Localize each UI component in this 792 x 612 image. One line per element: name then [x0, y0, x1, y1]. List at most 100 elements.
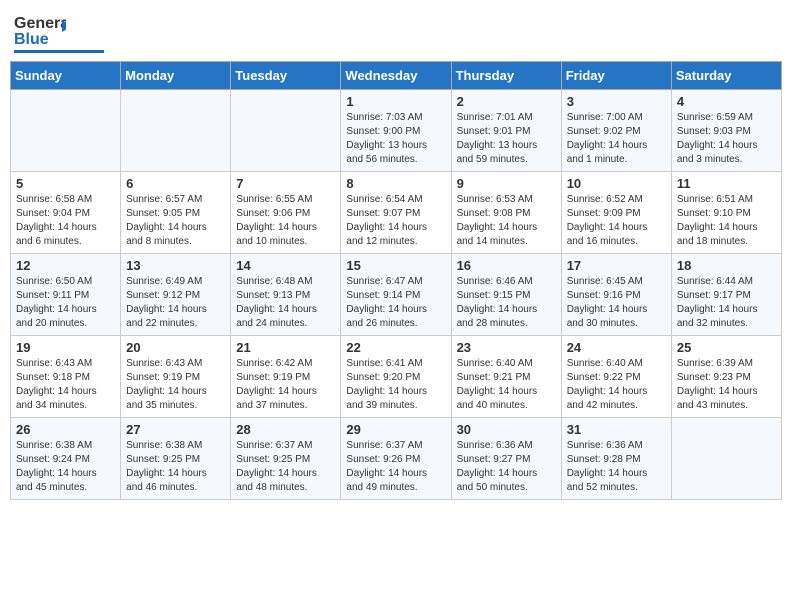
calendar-cell: 17Sunrise: 6:45 AM Sunset: 9:16 PM Dayli…: [561, 254, 671, 336]
day-number: 30: [457, 422, 556, 437]
day-number: 18: [677, 258, 776, 273]
day-info: Sunrise: 6:47 AM Sunset: 9:14 PM Dayligh…: [346, 275, 445, 331]
calendar-week-row: 26Sunrise: 6:38 AM Sunset: 9:24 PM Dayli…: [11, 418, 782, 500]
logo-icon: General Blue: [14, 10, 66, 48]
calendar-cell: 26Sunrise: 6:38 AM Sunset: 9:24 PM Dayli…: [11, 418, 121, 500]
day-number: 6: [126, 176, 225, 191]
day-info: Sunrise: 6:43 AM Sunset: 9:18 PM Dayligh…: [16, 357, 115, 413]
day-info: Sunrise: 6:52 AM Sunset: 9:09 PM Dayligh…: [567, 193, 666, 249]
calendar-cell: 1 Sunrise: 7:03 AM Sunset: 9:00 PM Daylig…: [341, 90, 451, 172]
calendar-cell: 21 Sunrise: 6:42 AM Sunset: 9:19 PM Dayli…: [231, 336, 341, 418]
day-number: 20: [126, 340, 225, 355]
day-number: 31: [567, 422, 666, 437]
calendar-cell: [11, 90, 121, 172]
day-info: Sunrise: 6:40 AM Sunset: 9:22 PM Dayligh…: [567, 357, 666, 413]
day-info: Sunrise: 6:36 AM Sunset: 9:28 PM Dayligh…: [567, 439, 666, 495]
calendar-cell: [671, 418, 781, 500]
day-info: Sunrise: 6:50 AM Sunset: 9:11 PM Dayligh…: [16, 275, 115, 331]
day-info: Sunrise: 6:37 AM Sunset: 9:26 PM Dayligh…: [346, 439, 445, 495]
calendar-cell: 6 Sunrise: 6:57 AM Sunset: 9:05 PM Daylig…: [121, 172, 231, 254]
calendar-cell: 12 Sunrise: 6:50 AM Sunset: 9:11 PM Dayli…: [11, 254, 121, 336]
day-number: 4: [677, 94, 776, 109]
calendar-cell: 9Sunrise: 6:53 AM Sunset: 9:08 PM Daylig…: [451, 172, 561, 254]
day-info: Sunrise: 6:37 AM Sunset: 9:25 PM Dayligh…: [236, 439, 335, 495]
calendar-cell: 10 Sunrise: 6:52 AM Sunset: 9:09 PM Dayli…: [561, 172, 671, 254]
day-info: Sunrise: 6:44 AM Sunset: 9:17 PM Dayligh…: [677, 275, 776, 331]
calendar-cell: 13Sunrise: 6:49 AM Sunset: 9:12 PM Dayli…: [121, 254, 231, 336]
logo-underline: [14, 50, 104, 53]
day-info: Sunrise: 6:54 AM Sunset: 9:07 PM Dayligh…: [346, 193, 445, 249]
weekday-header-cell: Sunday: [11, 62, 121, 90]
calendar-cell: 19Sunrise: 6:43 AM Sunset: 9:18 PM Dayli…: [11, 336, 121, 418]
day-info: Sunrise: 6:57 AM Sunset: 9:05 PM Dayligh…: [126, 193, 225, 249]
calendar-cell: [121, 90, 231, 172]
day-number: 17: [567, 258, 666, 273]
day-number: 10: [567, 176, 666, 191]
day-info: Sunrise: 6:42 AM Sunset: 9:19 PM Dayligh…: [236, 357, 335, 413]
day-info: Sunrise: 6:59 AM Sunset: 9:03 PM Dayligh…: [677, 111, 776, 167]
day-info: Sunrise: 6:40 AM Sunset: 9:21 PM Dayligh…: [457, 357, 556, 413]
day-number: 12: [16, 258, 115, 273]
day-number: 14: [236, 258, 335, 273]
calendar-cell: 18 Sunrise: 6:44 AM Sunset: 9:17 PM Dayli…: [671, 254, 781, 336]
svg-text:General: General: [14, 15, 66, 32]
day-info: Sunrise: 6:41 AM Sunset: 9:20 PM Dayligh…: [346, 357, 445, 413]
weekday-header-cell: Thursday: [451, 62, 561, 90]
day-info: Sunrise: 6:58 AM Sunset: 9:04 PM Dayligh…: [16, 193, 115, 249]
calendar-cell: 11Sunrise: 6:51 AM Sunset: 9:10 PM Dayli…: [671, 172, 781, 254]
day-number: 11: [677, 176, 776, 191]
calendar-cell: 4 Sunrise: 6:59 AM Sunset: 9:03 PM Daylig…: [671, 90, 781, 172]
calendar-cell: 8 Sunrise: 6:54 AM Sunset: 9:07 PM Daylig…: [341, 172, 451, 254]
calendar-week-row: 5 Sunrise: 6:58 AM Sunset: 9:04 PM Daylig…: [11, 172, 782, 254]
day-number: 23: [457, 340, 556, 355]
calendar-cell: 22 Sunrise: 6:41 AM Sunset: 9:20 PM Dayli…: [341, 336, 451, 418]
day-number: 24: [567, 340, 666, 355]
calendar-cell: 7Sunrise: 6:55 AM Sunset: 9:06 PM Daylig…: [231, 172, 341, 254]
day-number: 22: [346, 340, 445, 355]
calendar-cell: 3 Sunrise: 7:00 AM Sunset: 9:02 PM Daylig…: [561, 90, 671, 172]
day-info: Sunrise: 6:43 AM Sunset: 9:19 PM Dayligh…: [126, 357, 225, 413]
calendar-cell: 2Sunrise: 7:01 AM Sunset: 9:01 PM Daylig…: [451, 90, 561, 172]
day-number: 8: [346, 176, 445, 191]
weekday-header-cell: Saturday: [671, 62, 781, 90]
svg-text:Blue: Blue: [14, 31, 49, 48]
calendar-table: SundayMondayTuesdayWednesdayThursdayFrid…: [10, 61, 782, 500]
day-number: 3: [567, 94, 666, 109]
weekday-header-row: SundayMondayTuesdayWednesdayThursdayFrid…: [11, 62, 782, 90]
weekday-header-cell: Monday: [121, 62, 231, 90]
calendar-cell: 15 Sunrise: 6:47 AM Sunset: 9:14 PM Dayli…: [341, 254, 451, 336]
calendar-week-row: 1 Sunrise: 7:03 AM Sunset: 9:00 PM Daylig…: [11, 90, 782, 172]
calendar-cell: 5 Sunrise: 6:58 AM Sunset: 9:04 PM Daylig…: [11, 172, 121, 254]
day-info: Sunrise: 6:48 AM Sunset: 9:13 PM Dayligh…: [236, 275, 335, 331]
day-number: 2: [457, 94, 556, 109]
calendar-cell: 25Sunrise: 6:39 AM Sunset: 9:23 PM Dayli…: [671, 336, 781, 418]
calendar-week-row: 12 Sunrise: 6:50 AM Sunset: 9:11 PM Dayli…: [11, 254, 782, 336]
day-info: Sunrise: 6:46 AM Sunset: 9:15 PM Dayligh…: [457, 275, 556, 331]
day-number: 28: [236, 422, 335, 437]
weekday-header-cell: Wednesday: [341, 62, 451, 90]
day-number: 27: [126, 422, 225, 437]
day-number: 26: [16, 422, 115, 437]
day-number: 16: [457, 258, 556, 273]
calendar-cell: 29 Sunrise: 6:37 AM Sunset: 9:26 PM Dayli…: [341, 418, 451, 500]
day-info: Sunrise: 6:55 AM Sunset: 9:06 PM Dayligh…: [236, 193, 335, 249]
calendar-cell: 24 Sunrise: 6:40 AM Sunset: 9:22 PM Dayli…: [561, 336, 671, 418]
page-header: General Blue: [10, 10, 782, 53]
day-info: Sunrise: 6:39 AM Sunset: 9:23 PM Dayligh…: [677, 357, 776, 413]
day-number: 29: [346, 422, 445, 437]
day-number: 5: [16, 176, 115, 191]
day-number: 21: [236, 340, 335, 355]
day-info: Sunrise: 7:03 AM Sunset: 9:00 PM Dayligh…: [346, 111, 445, 167]
day-number: 1: [346, 94, 445, 109]
day-number: 15: [346, 258, 445, 273]
day-info: Sunrise: 6:38 AM Sunset: 9:25 PM Dayligh…: [126, 439, 225, 495]
calendar-cell: [231, 90, 341, 172]
calendar-week-row: 19Sunrise: 6:43 AM Sunset: 9:18 PM Dayli…: [11, 336, 782, 418]
calendar-cell: 20 Sunrise: 6:43 AM Sunset: 9:19 PM Dayli…: [121, 336, 231, 418]
day-info: Sunrise: 6:36 AM Sunset: 9:27 PM Dayligh…: [457, 439, 556, 495]
day-info: Sunrise: 7:00 AM Sunset: 9:02 PM Dayligh…: [567, 111, 666, 167]
calendar-cell: 16 Sunrise: 6:46 AM Sunset: 9:15 PM Dayli…: [451, 254, 561, 336]
calendar-cell: 27 Sunrise: 6:38 AM Sunset: 9:25 PM Dayli…: [121, 418, 231, 500]
calendar-cell: 23 Sunrise: 6:40 AM Sunset: 9:21 PM Dayli…: [451, 336, 561, 418]
brand-logo: General Blue: [14, 10, 104, 53]
